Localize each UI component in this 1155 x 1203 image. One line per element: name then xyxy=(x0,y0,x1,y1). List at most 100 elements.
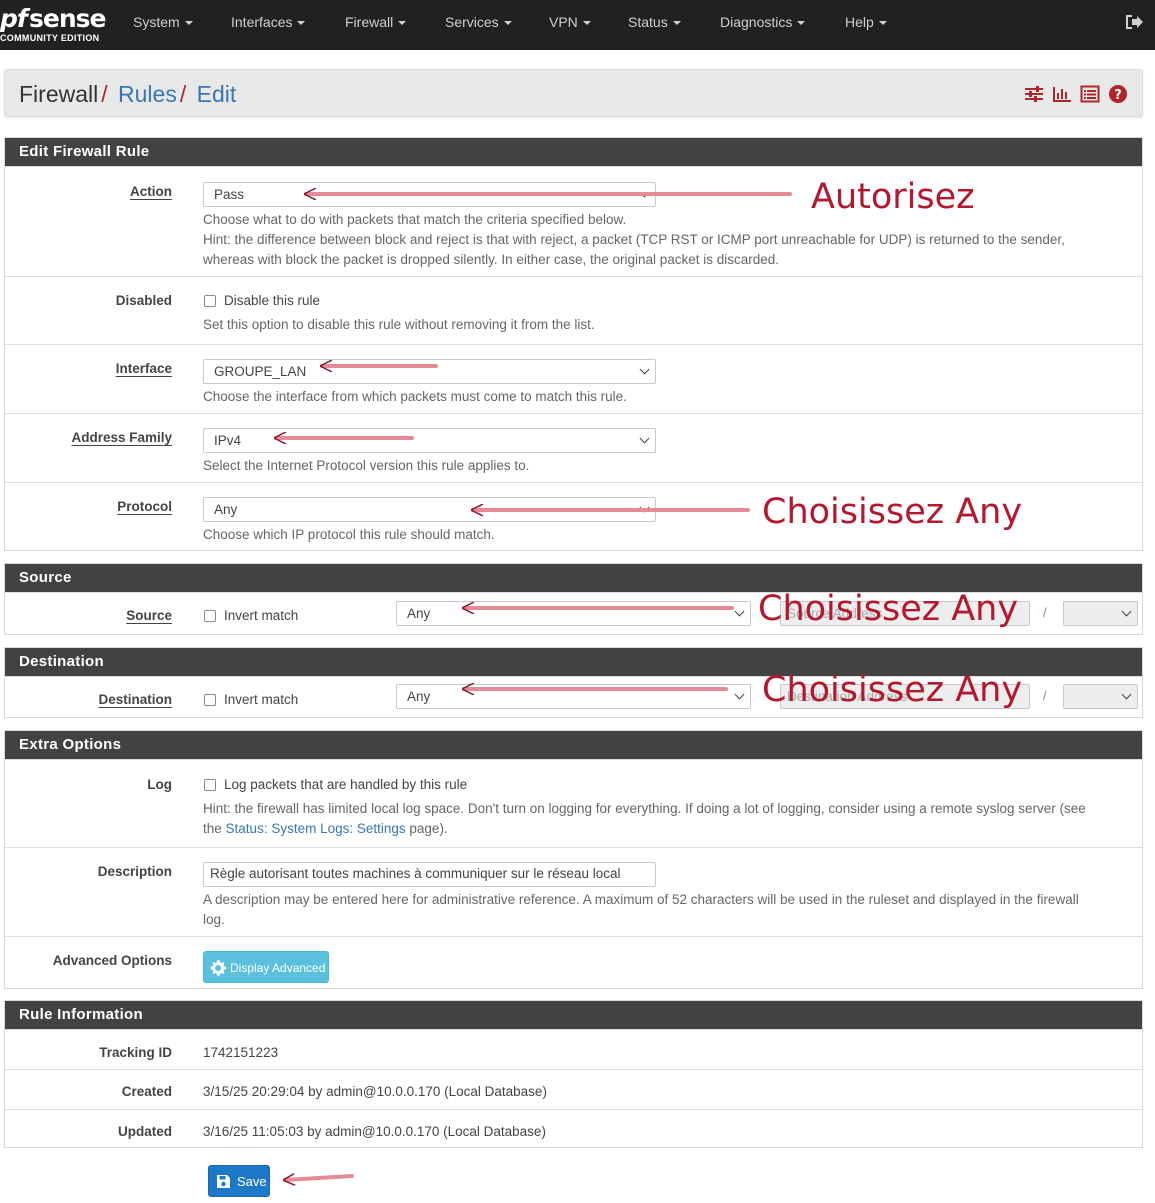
address-family-label: Address Family xyxy=(71,430,172,445)
source-type-select[interactable]: Any xyxy=(396,601,751,626)
annotation-destination-any: Choisissez Any xyxy=(762,670,1023,710)
protocol-select[interactable]: Any xyxy=(203,497,656,522)
caret-down-icon xyxy=(398,21,407,26)
breadcrumb-rules-link[interactable]: Rules xyxy=(118,81,177,107)
interface-label: Interface xyxy=(115,361,172,376)
tracking-id-label: Tracking ID xyxy=(99,1045,172,1060)
log-label: Log xyxy=(147,777,172,792)
system-logs-settings-link[interactable]: Status: System Logs: Settings xyxy=(226,821,406,836)
destination-mask-select[interactable] xyxy=(1063,684,1138,709)
description-help: A description may be entered here for ad… xyxy=(203,892,1079,927)
panel-rule-information: Rule Information Tracking ID 1742151223 … xyxy=(4,1000,1143,1148)
row-interface: Interface GROUPE_LAN Choose the interfac… xyxy=(5,344,1142,413)
nav-help[interactable]: Help xyxy=(845,14,887,30)
address-family-select[interactable]: IPv4 xyxy=(203,428,656,453)
nav-interfaces[interactable]: Interfaces xyxy=(231,14,306,30)
save-icon xyxy=(217,1175,230,1188)
nav-status[interactable]: Status xyxy=(628,14,681,30)
annotation-source-any: Choisissez Any xyxy=(758,589,1019,629)
row-log: Log Log packets that are handled by this… xyxy=(5,759,1142,847)
log-help: Hint: the firewall has limited local log… xyxy=(203,801,1086,836)
source-invert-checkbox[interactable] xyxy=(204,610,216,622)
breadcrumb: Firewall / Rules / Edit ? xyxy=(4,69,1143,117)
panel-title: Extra Options xyxy=(5,731,1142,759)
breadcrumb-path: Firewall / Rules / Edit xyxy=(19,81,237,107)
action-help: Choose what to do with packets that matc… xyxy=(203,212,1065,267)
chevron-down-icon xyxy=(639,502,650,513)
breadcrumb-edit-link[interactable]: Edit xyxy=(197,81,237,107)
breadcrumb-actions: ? xyxy=(1024,84,1128,104)
disable-rule-checkbox-label[interactable]: Disable this rule xyxy=(224,293,320,308)
interface-select[interactable]: GROUPE_LAN xyxy=(203,359,656,384)
caret-down-icon xyxy=(672,21,681,26)
log-checkbox[interactable] xyxy=(204,779,216,791)
tracking-id-value: 1742151223 xyxy=(203,1045,279,1060)
list-icon[interactable] xyxy=(1080,84,1100,104)
caret-down-icon xyxy=(184,21,193,26)
log-checkbox-label[interactable]: Log packets that are handled by this rul… xyxy=(224,777,467,792)
disable-rule-checkbox[interactable] xyxy=(204,295,216,307)
save-button[interactable]: Save xyxy=(208,1165,270,1197)
logout-icon[interactable] xyxy=(1124,13,1144,31)
nav-vpn[interactable]: VPN xyxy=(549,14,591,30)
row-tracking-id: Tracking ID 1742151223 xyxy=(5,1029,1142,1069)
protocol-label: Protocol xyxy=(117,499,172,514)
destination-invert-label[interactable]: Invert match xyxy=(224,692,298,707)
display-advanced-button[interactable]: Display Advanced xyxy=(203,951,329,983)
chevron-down-icon xyxy=(734,606,745,617)
bar-chart-icon[interactable] xyxy=(1052,84,1072,104)
protocol-help: Choose which IP protocol this rule shoul… xyxy=(203,527,495,542)
top-navbar: pf sense COMMUNITY EDITION System Interf… xyxy=(0,0,1155,50)
panel-title: Rule Information xyxy=(5,1001,1142,1029)
sliders-icon[interactable] xyxy=(1024,84,1044,104)
chevron-down-icon xyxy=(1121,689,1132,700)
nav-services[interactable]: Services xyxy=(445,14,512,30)
nav-diagnostics[interactable]: Diagnostics xyxy=(720,14,806,30)
description-input[interactable]: Règle autorisant toutes machines à commu… xyxy=(203,862,656,887)
panel-extra-options: Extra Options Log Log packets that are h… xyxy=(4,730,1143,989)
row-disabled: Disabled Disable this rule Set this opti… xyxy=(5,276,1142,344)
updated-label: Updated xyxy=(118,1124,172,1139)
annotation-protocol-any: Choisissez Any xyxy=(762,492,1023,532)
disabled-label: Disabled xyxy=(115,293,172,308)
logo-edition: COMMUNITY EDITION xyxy=(0,33,100,43)
panel-title: Source xyxy=(5,564,1142,592)
chevron-down-icon xyxy=(639,187,650,198)
nav-firewall[interactable]: Firewall xyxy=(345,14,407,30)
action-label: Action xyxy=(130,184,172,199)
address-family-help: Select the Internet Protocol version thi… xyxy=(203,458,530,473)
action-select[interactable]: Pass xyxy=(203,182,656,207)
row-advanced-options: Advanced Options Display Advanced xyxy=(5,936,1142,990)
row-address-family: Address Family IPv4 Select the Internet … xyxy=(5,413,1142,482)
gear-icon xyxy=(210,960,227,976)
chevron-down-icon xyxy=(734,689,745,700)
panel-title: Edit Firewall Rule xyxy=(5,138,1142,166)
disabled-help: Set this option to disable this rule wit… xyxy=(203,317,595,332)
updated-value: 3/16/25 11:05:03 by admin@10.0.0.170 (Lo… xyxy=(203,1124,546,1139)
logo-sense: sense xyxy=(29,4,106,33)
destination-invert-checkbox[interactable] xyxy=(204,694,216,706)
destination-label: Destination xyxy=(98,692,172,707)
destination-type-select[interactable]: Any xyxy=(396,684,751,709)
interface-help: Choose the interface from which packets … xyxy=(203,389,627,404)
source-label: Source xyxy=(126,608,172,623)
row-created: Created 3/15/25 20:29:04 by admin@10.0.0… xyxy=(5,1069,1142,1109)
annotation-autorisez: Autorisez xyxy=(811,177,975,217)
row-description: Description Règle autorisant toutes mach… xyxy=(5,847,1142,936)
logo-pf: pf xyxy=(0,4,28,33)
arrow-save xyxy=(285,1176,354,1180)
row-updated: Updated 3/16/25 11:05:03 by admin@10.0.0… xyxy=(5,1109,1142,1148)
description-label: Description xyxy=(97,864,172,879)
created-value: 3/15/25 20:29:04 by admin@10.0.0.170 (Lo… xyxy=(203,1084,547,1099)
source-mask-select[interactable] xyxy=(1063,601,1138,626)
chevron-down-icon xyxy=(1121,606,1132,617)
chevron-down-icon xyxy=(639,364,650,375)
breadcrumb-firewall: Firewall xyxy=(19,81,99,107)
chevron-down-icon xyxy=(639,433,650,444)
pfsense-logo[interactable]: pf sense COMMUNITY EDITION xyxy=(0,4,110,46)
source-invert-label[interactable]: Invert match xyxy=(224,608,298,623)
svg-text:?: ? xyxy=(1114,88,1122,103)
caret-down-icon xyxy=(797,21,806,26)
help-circle-icon[interactable]: ? xyxy=(1108,84,1128,104)
nav-system[interactable]: System xyxy=(133,14,193,30)
